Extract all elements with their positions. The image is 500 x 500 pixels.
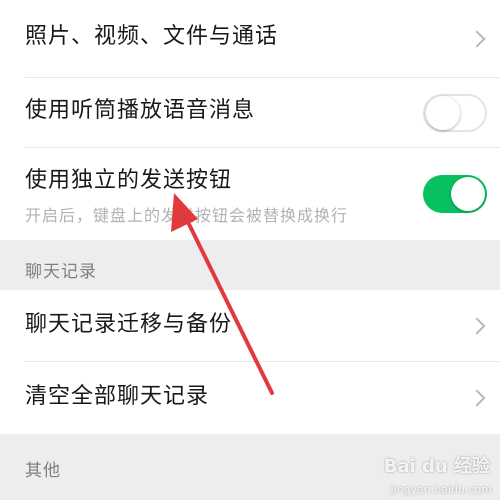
chat-history-migrate-backup-label: 聊天记录迁移与备份 bbox=[25, 312, 233, 337]
separate-send-button-description: 开启后，键盘上的发送按钮会被替换成换行 bbox=[25, 206, 349, 225]
separate-send-button-row: 使用独立的发送按钮 开启后，键盘上的发送按钮会被替换成换行 bbox=[0, 148, 500, 240]
earpiece-voice-toggle[interactable] bbox=[423, 94, 487, 132]
separate-send-button-toggle[interactable] bbox=[423, 175, 487, 213]
toggle-knob bbox=[451, 177, 485, 211]
photos-videos-files-calls-label: 照片、视频、文件与通话 bbox=[25, 24, 279, 49]
chat-settings-screen: 照片、视频、文件与通话 使用听筒播放语音消息 使用独立的发送按钮 开启后，键盘上… bbox=[0, 0, 500, 500]
toggle-knob bbox=[426, 96, 460, 130]
clear-all-chat-history-label: 清空全部聊天记录 bbox=[25, 384, 210, 409]
chat-history-migrate-backup-row[interactable]: 聊天记录迁移与备份 bbox=[0, 290, 500, 362]
baidu-jingyan-url: jingyan.baidu.com bbox=[390, 483, 492, 496]
baidu-jingyan-watermark: Bai du 经验 bbox=[383, 456, 490, 477]
photos-videos-files-calls-row[interactable]: 照片、视频、文件与通话 bbox=[0, 0, 500, 78]
earpiece-voice-label: 使用听筒播放语音消息 bbox=[25, 98, 256, 123]
chat-history-section-header: 聊天记录 bbox=[25, 262, 97, 282]
clear-all-chat-history-row[interactable]: 清空全部聊天记录 bbox=[0, 362, 500, 434]
separate-send-button-label: 使用独立的发送按钮 bbox=[25, 168, 233, 193]
earpiece-voice-row: 使用听筒播放语音消息 bbox=[0, 78, 500, 148]
